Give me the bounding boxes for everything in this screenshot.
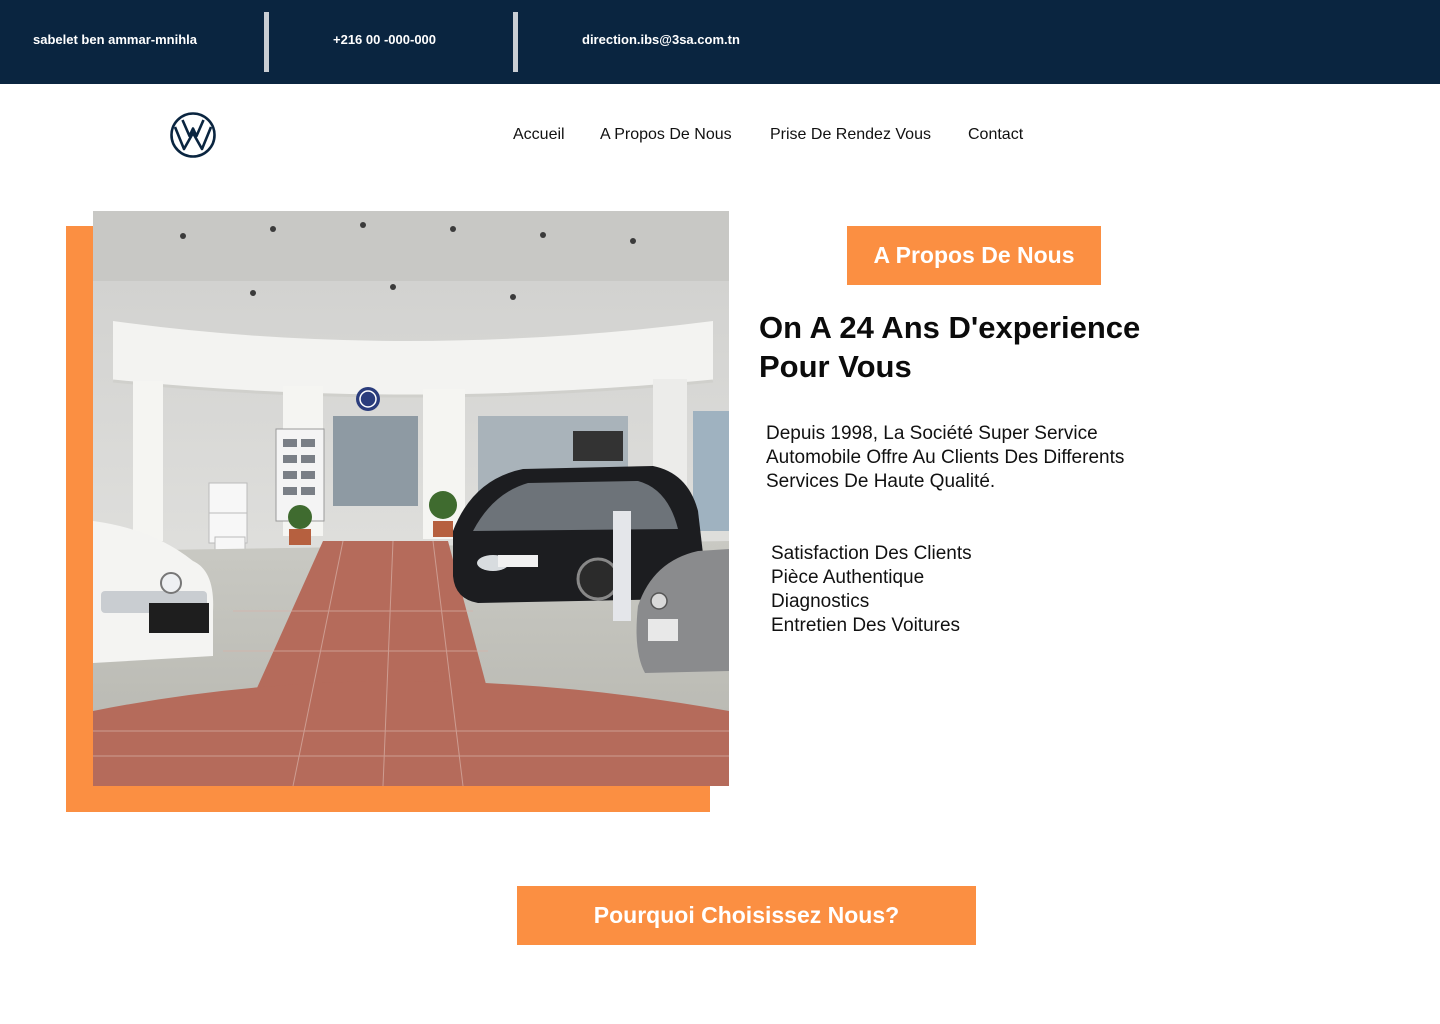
feature-item: Satisfaction Des Clients bbox=[771, 543, 972, 564]
about-intro: Depuis 1998, La Société Super Service Au… bbox=[766, 422, 1206, 494]
nav-item-a-propos[interactable]: A Propos De Nous bbox=[600, 126, 732, 144]
nav-item-accueil[interactable]: Accueil bbox=[513, 126, 565, 144]
intro-line: Services De Haute Qualité. bbox=[766, 471, 996, 492]
headline-line: Pour Vous bbox=[759, 349, 912, 384]
feature-item: Diagnostics bbox=[771, 591, 870, 612]
feature-item: Entretien Des Voitures bbox=[771, 615, 961, 636]
intro-line: Depuis 1998, La Société Super Service bbox=[766, 423, 1098, 444]
top-contact-bar: sabelet ben ammar-mnihla +216 00 -000-00… bbox=[0, 0, 1440, 84]
feature-list: Satisfaction Des Clients Pièce Authentiq… bbox=[771, 542, 972, 638]
divider bbox=[513, 12, 518, 72]
nav-item-rendez-vous[interactable]: Prise De Rendez Vous bbox=[770, 126, 931, 144]
headline-line: On A 24 Ans D'experience bbox=[759, 310, 1141, 345]
phone-text[interactable]: +216 00 -000-000 bbox=[333, 32, 436, 47]
feature-item: Pièce Authentique bbox=[771, 567, 925, 588]
volkswagen-logo-icon[interactable] bbox=[170, 112, 216, 158]
why-choose-us-badge: Pourquoi Choisissez Nous? bbox=[517, 886, 976, 945]
about-badge: A Propos De Nous bbox=[847, 226, 1101, 285]
email-text[interactable]: direction.ibs@3sa.com.tn bbox=[582, 32, 740, 47]
intro-line: Automobile Offre Au Clients Des Differen… bbox=[766, 447, 1125, 468]
divider bbox=[264, 12, 269, 72]
nav-item-contact[interactable]: Contact bbox=[968, 126, 1023, 144]
showroom-photo bbox=[93, 211, 729, 786]
address-text: sabelet ben ammar-mnihla bbox=[33, 32, 197, 47]
about-headline: On A 24 Ans D'experience Pour Vous bbox=[759, 308, 1219, 386]
